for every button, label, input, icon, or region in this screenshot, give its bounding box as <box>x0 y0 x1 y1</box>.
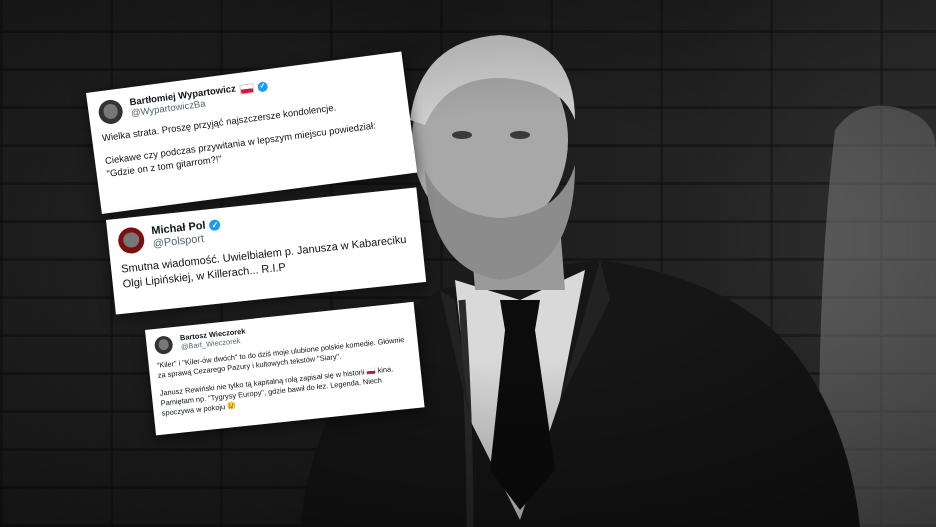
avatar[interactable] <box>153 335 174 356</box>
avatar[interactable] <box>116 226 146 255</box>
avatar[interactable] <box>97 98 125 126</box>
verified-badge-icon: ✓ <box>209 219 222 232</box>
